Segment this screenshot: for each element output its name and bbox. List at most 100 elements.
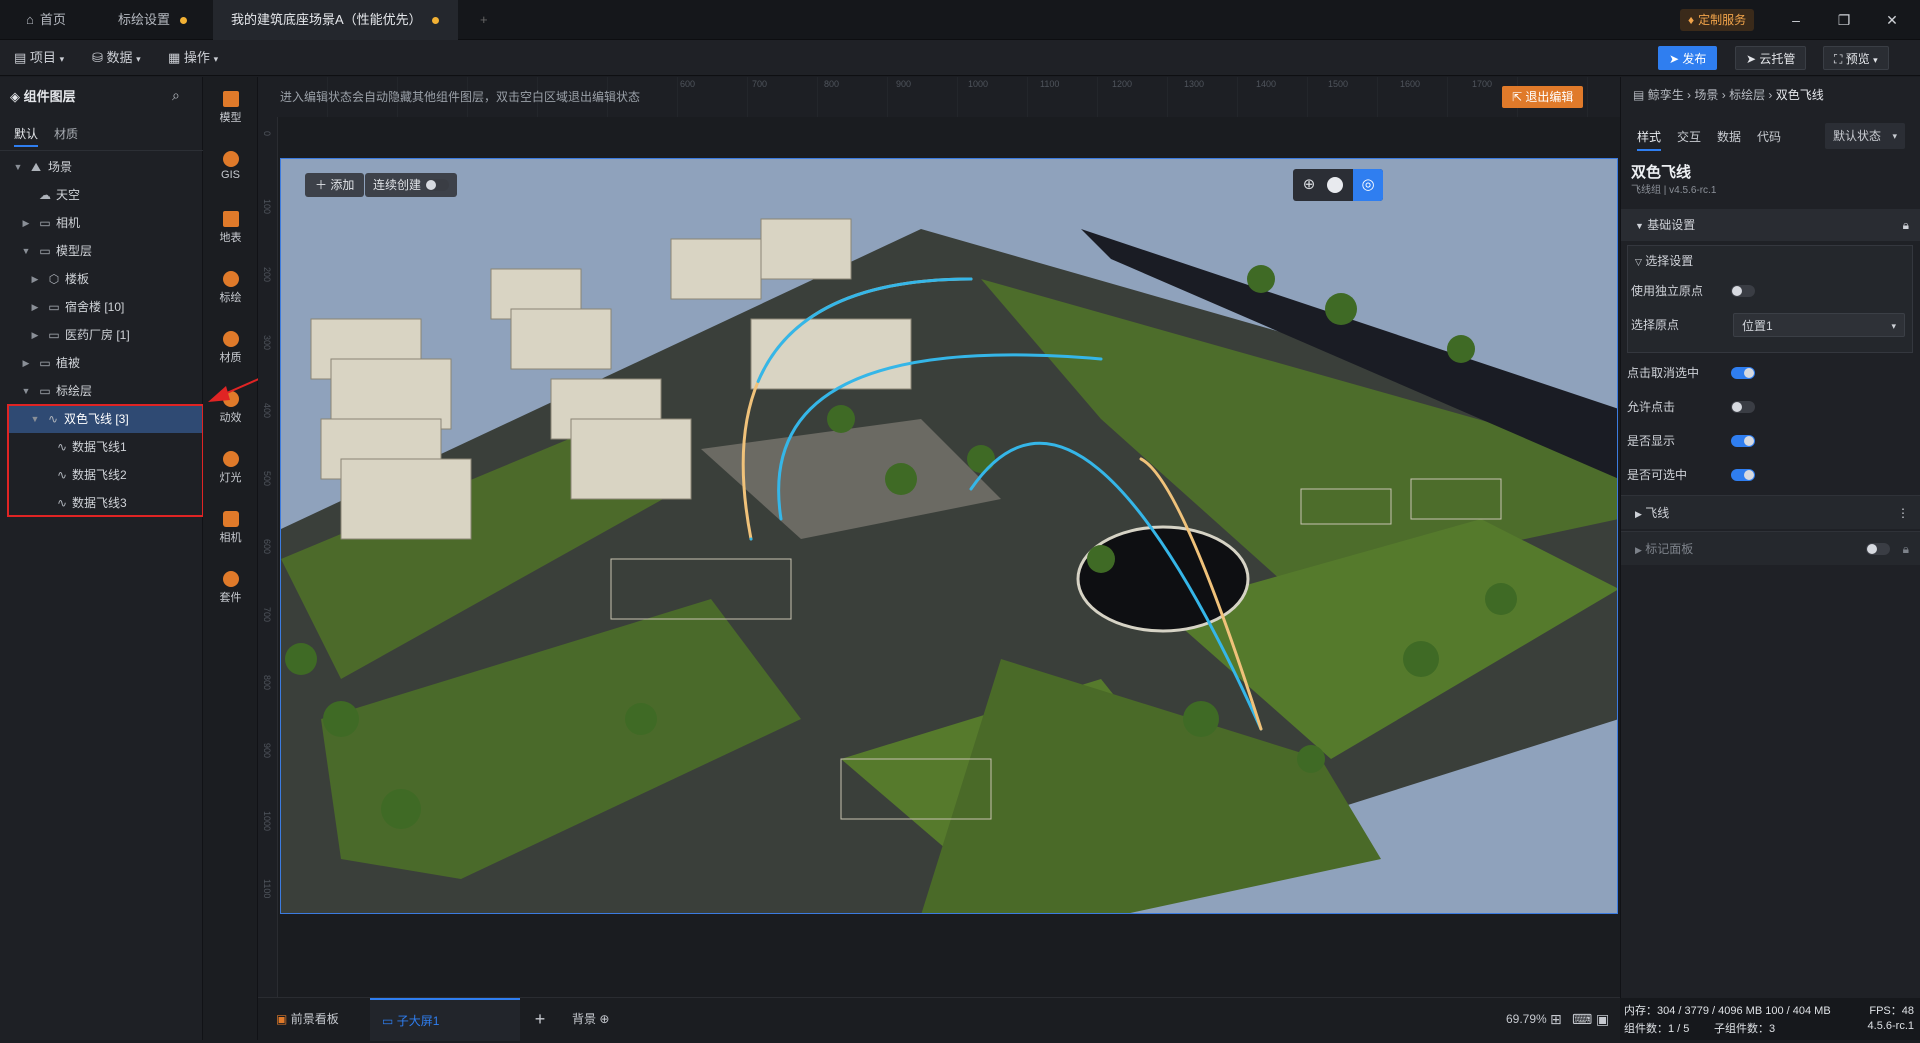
folder-icon: ▭ [39, 356, 51, 370]
breadcrumb-item[interactable]: 标绘层 [1729, 88, 1765, 102]
lock-icon[interactable]: 🔒︎ [1903, 532, 1909, 566]
ruler-tick-label: 100 [262, 199, 272, 215]
selectable-toggle[interactable] [1731, 469, 1755, 481]
continuous-create-toggle[interactable] [425, 179, 450, 191]
ruler-tick-label: 1000 [968, 79, 989, 89]
toolbox-surface[interactable]: 地表 [203, 211, 258, 245]
search-icon[interactable]: ⌕ [172, 87, 180, 104]
section-basic-settings[interactable]: ▼ 基础设置 🔒︎ [1621, 209, 1920, 241]
tab-material[interactable]: 材质 [54, 121, 78, 147]
caret-down-icon: ▼ [13, 162, 23, 172]
tree-item-scene[interactable]: ▼ ⛰ 场景 [0, 153, 203, 181]
breadcrumb-item[interactable]: 鲸孪生 [1648, 88, 1684, 102]
close-button[interactable]: ✕ [1870, 0, 1914, 40]
cube-icon: ⬡ [48, 272, 60, 286]
database-icon: ⛁ [92, 50, 103, 65]
toolbox-gis[interactable]: GIS [203, 151, 258, 181]
tab-style[interactable]: 样式 [1637, 123, 1662, 151]
state-select[interactable]: 默认状态 ▾ [1825, 123, 1905, 149]
tab-scene[interactable]: 我的建筑底座场景A（性能优先） [213, 0, 458, 40]
orbit-icon[interactable]: ◎ [1353, 169, 1383, 201]
keyboard-icon[interactable]: ⌨ [1572, 998, 1592, 1041]
more-icon[interactable]: ⋮ [1897, 496, 1909, 530]
tree-item-model-layer[interactable]: ▼ ▭ 模型层 [0, 237, 203, 265]
tab-data[interactable]: 数据 [1717, 123, 1741, 151]
custom-service-button[interactable]: ♦ 定制服务 [1680, 9, 1755, 31]
chevron-down-icon: ▾ [1892, 131, 1897, 141]
component-version: 飞线组 | v4.5.6-rc.1 [1631, 185, 1717, 196]
breadcrumb-item[interactable]: 场景 [1694, 88, 1718, 102]
folder-icon: ▭ [48, 300, 60, 314]
section-marker-panel[interactable]: ▶ 标记面板 🔒︎ [1621, 531, 1920, 565]
select-origin-dropdown[interactable]: 位置1 ▾ [1733, 313, 1905, 337]
tree-item-vegetation[interactable]: ▶ ▭ 植被 [0, 349, 203, 377]
sub-component-count: 子组件数：3 [1714, 1023, 1776, 1035]
globe-icon[interactable]: ⊕ [1299, 175, 1319, 195]
preview-button[interactable]: ⛶ 预览 ▾ [1823, 46, 1889, 70]
tab-interaction[interactable]: 交互 [1677, 123, 1701, 151]
tree-item-pharma[interactable]: ▶ ▭ 医药厂房 [1] [0, 321, 203, 349]
component-count: 组件数：1 / 5 [1624, 1023, 1690, 1035]
chevron-down-icon: ▾ [59, 54, 65, 64]
ruler-tick-label: 1300 [1184, 79, 1205, 89]
toolbox-kit[interactable]: 套件 [203, 571, 258, 605]
menu-operate[interactable]: ▦ 操作 ▾ [168, 40, 218, 76]
add-circle-icon[interactable]: ⊕ [599, 1012, 609, 1026]
gis-icon [222, 151, 239, 167]
cancel-select-toggle[interactable] [1731, 367, 1755, 379]
ruler-tick-label: 900 [896, 79, 912, 89]
tree-item-floor[interactable]: ▶ ⬡ 楼板 [0, 265, 203, 293]
tab-default[interactable]: 默认 [14, 121, 39, 147]
terminal-icon[interactable]: ▣ [1596, 998, 1609, 1041]
tree-item-sky[interactable]: ☁ 天空 [0, 181, 203, 209]
ruler-tick-label: 200 [262, 267, 272, 283]
menu-data[interactable]: ⛁ 数据 ▾ [92, 40, 141, 76]
visible-toggle[interactable] [1731, 435, 1755, 447]
tree-item-plot-layer[interactable]: ▼ ▭ 标绘层 [0, 377, 203, 405]
tree-item-dorm[interactable]: ▶ ▭ 宿舍楼 [10] [0, 293, 203, 321]
fit-screen-icon[interactable]: ⊞ [1550, 998, 1562, 1041]
new-tab-button[interactable]: + [462, 0, 506, 40]
toolbox-light[interactable]: 灯光 [203, 451, 258, 485]
tree-item-camera[interactable]: ▶ ▭ 相机 [0, 209, 203, 237]
lock-icon[interactable]: 🔒︎ [1903, 209, 1909, 241]
sphere-icon[interactable] [1327, 177, 1343, 193]
tab-sub-screen[interactable]: ▭ 子大屏1 [370, 998, 520, 1041]
zoom-level[interactable]: 69.79% [1506, 998, 1547, 1041]
tab-background[interactable]: 背景 ⊕ [560, 998, 621, 1041]
restore-button[interactable]: ❐ [1822, 0, 1866, 40]
chevron-down-icon: ▾ [213, 54, 219, 64]
allow-click-toggle[interactable] [1731, 401, 1755, 413]
add-button[interactable]: ＋ 添加 [305, 173, 365, 197]
home-icon: ⌂ [26, 12, 34, 27]
fullscreen-icon: ⛶ [1834, 52, 1843, 66]
ruler-tick-label: 900 [262, 743, 272, 759]
menu-project[interactable]: ▤ 项目 ▾ [14, 40, 64, 76]
publish-button[interactable]: ➤ 发布 [1658, 46, 1718, 70]
cancel-select-row: 点击取消选中 [1621, 357, 1920, 389]
toolbox-camera[interactable]: 相机 [203, 511, 258, 545]
chevron-down-icon: ▾ [1873, 55, 1878, 65]
folder-icon: ▭ [39, 244, 51, 258]
use-origin-toggle[interactable] [1731, 285, 1755, 297]
layers-icon: ◈ [10, 89, 20, 104]
tab-code[interactable]: 代码 [1757, 123, 1781, 151]
caret-right-icon: ▶ [31, 302, 39, 312]
section-flyline[interactable]: ▶ 飞线 ⋮ [1621, 495, 1920, 529]
add-screen-button[interactable]: + [520, 998, 560, 1041]
ruler-left: 0 100 200 300 400 500 600 700 800 900 1000 1100 [258, 117, 278, 997]
tab-home[interactable]: ⌂ 首页 [8, 0, 84, 40]
cloud-hosting-button[interactable]: ➤ 云托管 [1735, 46, 1807, 70]
chevron-down-icon: ▾ [136, 54, 141, 64]
tab-plot-settings[interactable]: 标绘设置 [100, 0, 205, 40]
select-origin-row: 选择原点 位置1 ▾ [1621, 309, 1920, 341]
send-icon: ➤ [1669, 52, 1680, 66]
tab-foreground[interactable]: ▣ 前景看板 [264, 998, 351, 1041]
exit-edit-button[interactable]: ⇱ 退出编辑 [1502, 86, 1584, 108]
component-name: 双色飞线 [1631, 164, 1692, 181]
marker-panel-toggle[interactable] [1866, 543, 1890, 555]
toolbox-model[interactable]: 模型 [203, 91, 258, 125]
scene-viewport[interactable]: ＋ 添加 连续创建 ⊕ ◎ [280, 158, 1618, 914]
section-select-settings[interactable]: ▽ 选择设置 [1621, 247, 1920, 275]
minimize-button[interactable]: – [1774, 0, 1818, 40]
